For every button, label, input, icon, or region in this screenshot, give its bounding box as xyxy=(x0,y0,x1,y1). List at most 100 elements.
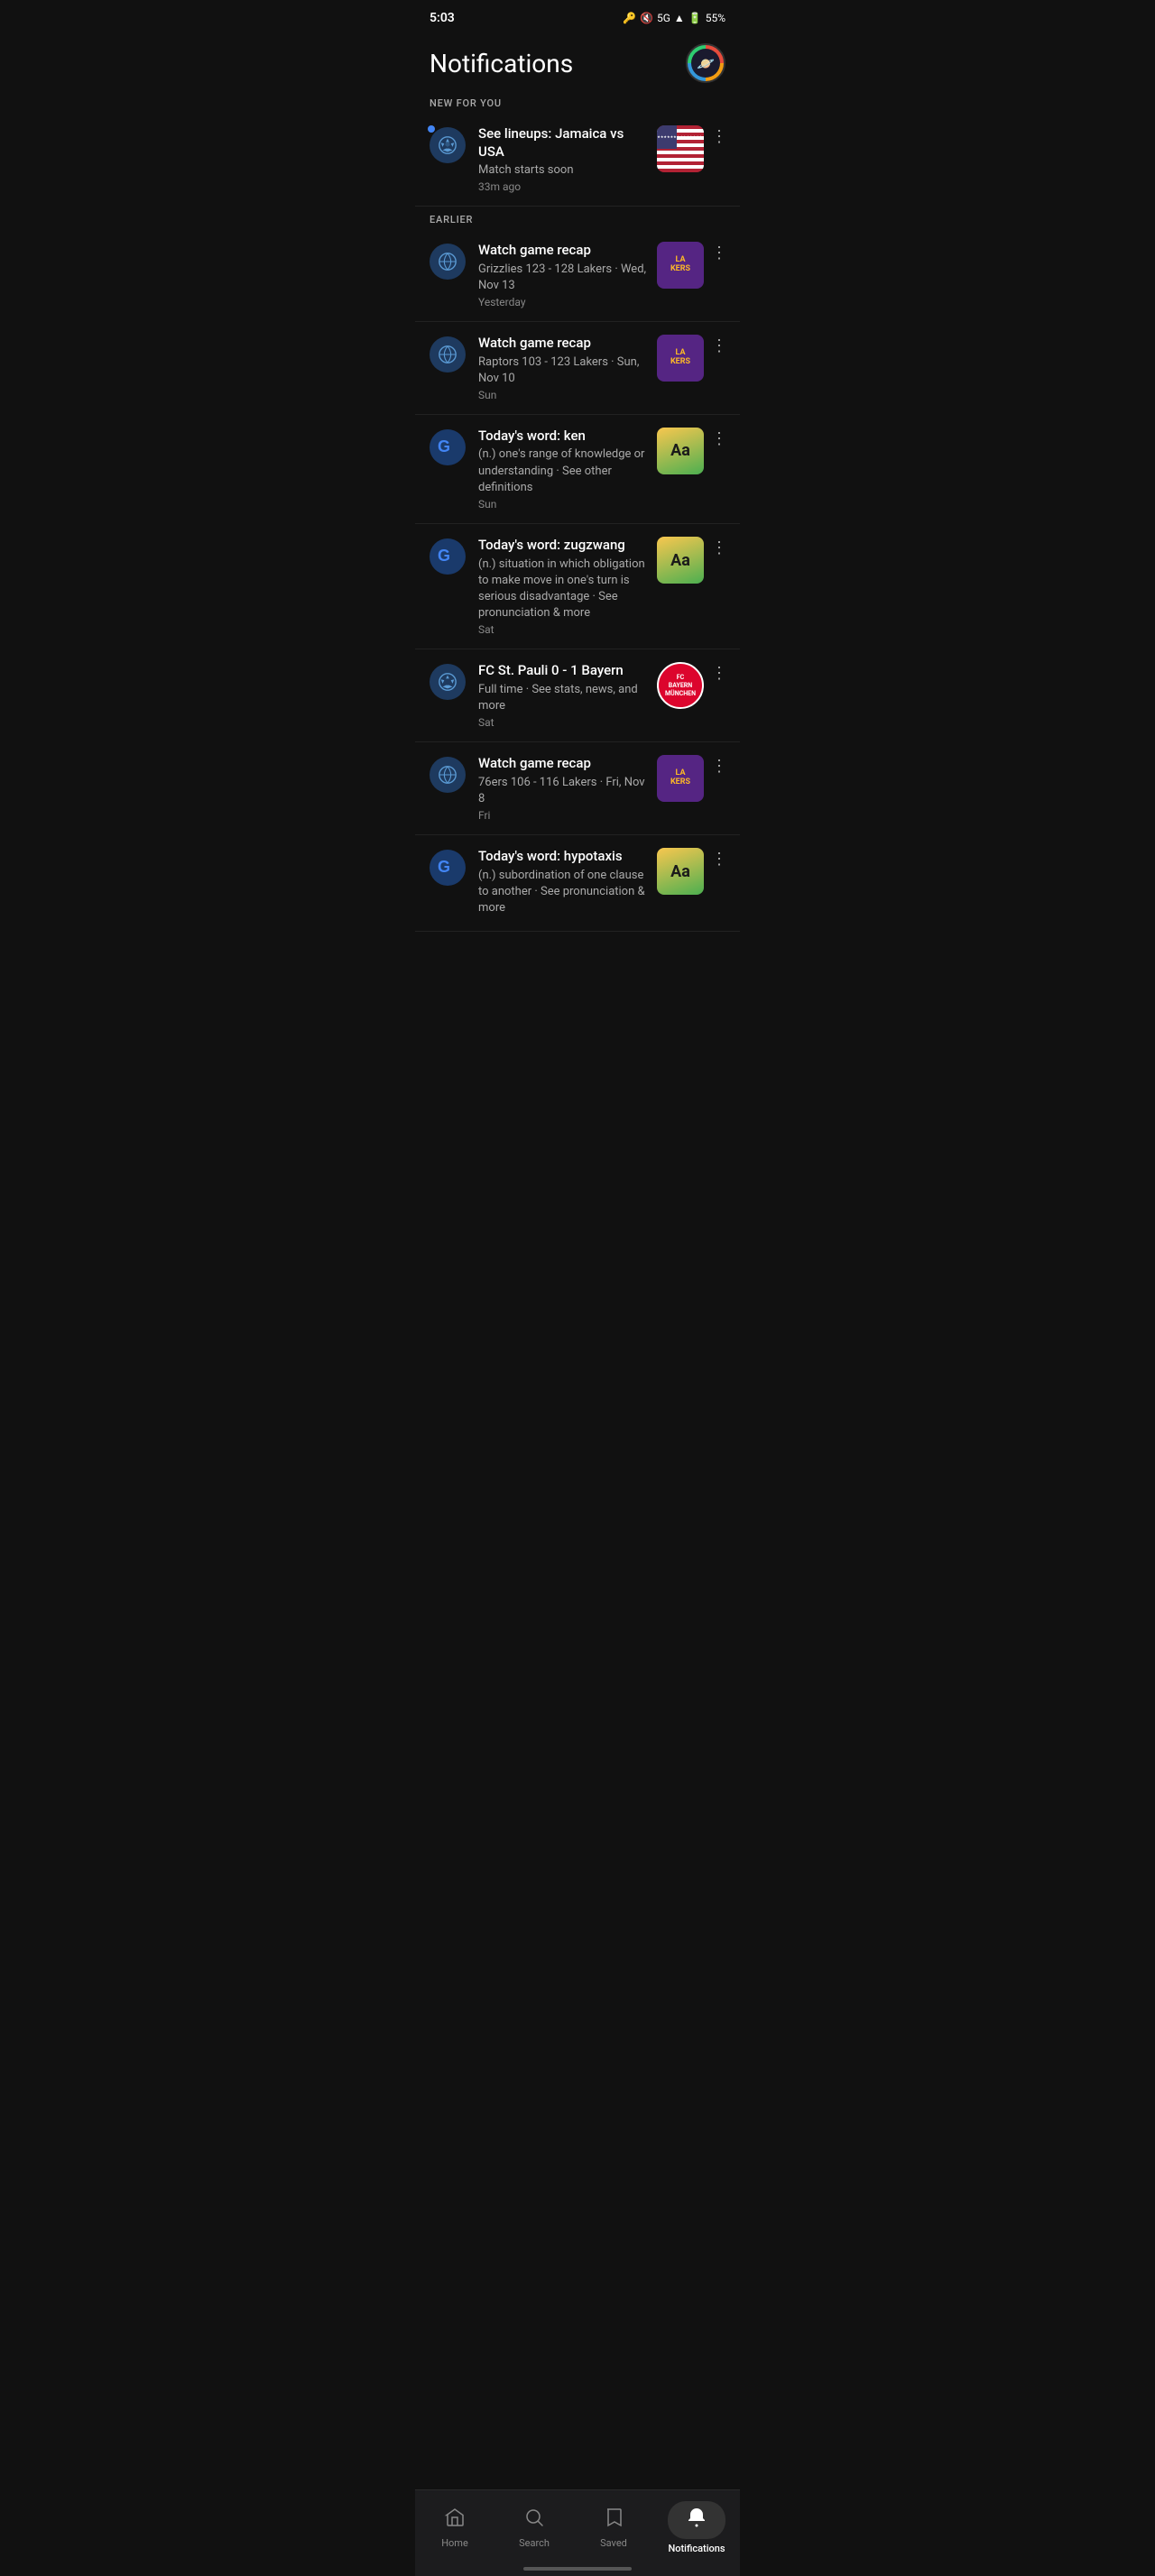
nav-label-home: Home xyxy=(441,2537,468,2549)
network-label: 5G xyxy=(657,12,670,24)
notif-right: ★★★★★★★★★★★★★★★★★★★★★★★★★★★★★★★★★★★★★★★★… xyxy=(657,125,729,172)
avatar-inner: 🪐 xyxy=(691,49,720,78)
notif-left: See lineups: Jamaica vs USA Match starts… xyxy=(430,125,650,193)
dictionary-thumb: Aa xyxy=(657,848,704,895)
notification-item[interactable]: G Today's word: hypotaxis (n.) subordina… xyxy=(415,835,740,932)
notif-content: Watch game recap 76ers 106 - 116 Lakers … xyxy=(478,755,650,822)
notif-time: Sun xyxy=(478,498,650,511)
notification-item[interactable]: Watch game recap Grizzlies 123 - 128 Lak… xyxy=(415,229,740,322)
signal-icon: ▲ xyxy=(674,12,685,24)
notif-content: Watch game recap Raptors 103 - 123 Laker… xyxy=(478,335,650,401)
more-options-button[interactable]: ⋮ xyxy=(709,242,729,265)
notif-left: FC St. Pauli 0 - 1 Bayern Full time · Se… xyxy=(430,662,650,729)
nav-item-home[interactable]: Home xyxy=(415,2503,494,2553)
notif-right: FCBAYERNMÜNCHEN ⋮ xyxy=(657,662,729,709)
more-options-button[interactable]: ⋮ xyxy=(709,537,729,560)
home-indicator xyxy=(523,2567,632,2571)
notification-item[interactable]: FC St. Pauli 0 - 1 Bayern Full time · Se… xyxy=(415,649,740,742)
notif-icon-google: G xyxy=(430,429,466,465)
notif-title: Watch game recap xyxy=(478,335,650,353)
lakers-logo-thumb: LAKERS xyxy=(657,242,704,289)
bayern-logo-thumb: FCBAYERNMÜNCHEN xyxy=(657,662,704,709)
notification-item[interactable]: See lineups: Jamaica vs USA Match starts… xyxy=(415,113,740,207)
nav-item-saved[interactable]: Saved xyxy=(574,2503,653,2553)
basketball-icon xyxy=(438,765,457,785)
notif-content: FC St. Pauli 0 - 1 Bayern Full time · Se… xyxy=(478,662,650,729)
notif-title: Watch game recap xyxy=(478,242,650,260)
us-flag-thumb: ★★★★★★★★★★★★★★★★★★★★★★★★★★★★★★★★★★★★★★★★… xyxy=(657,125,704,172)
nav-active-pill xyxy=(668,2501,725,2539)
notification-item[interactable]: G Today's word: ken (n.) one's range of … xyxy=(415,415,740,524)
notif-content: Today's word: hypotaxis (n.) subordinati… xyxy=(478,848,650,918)
notif-left: Watch game recap Raptors 103 - 123 Laker… xyxy=(430,335,650,401)
notif-icon-soccer xyxy=(430,664,466,700)
notif-subtitle: Raptors 103 - 123 Lakers · Sun, Nov 10 xyxy=(478,354,650,387)
notif-time: Sun xyxy=(478,389,650,401)
notifications-content: NEW FOR YOU See lineups: Jamaica vs USA … xyxy=(415,90,740,1004)
notif-right: Aa ⋮ xyxy=(657,848,729,895)
notif-icon-basketball xyxy=(430,336,466,373)
new-dot xyxy=(428,125,435,133)
key-icon: 🔑 xyxy=(623,12,636,24)
more-options-button[interactable]: ⋮ xyxy=(709,335,729,358)
battery-icon: 🔋 xyxy=(688,12,702,24)
dictionary-thumb: Aa xyxy=(657,537,704,584)
battery-level: 55% xyxy=(706,12,725,24)
notif-content: Today's word: ken (n.) one's range of kn… xyxy=(478,428,650,511)
more-options-button[interactable]: ⋮ xyxy=(709,755,729,778)
more-options-button[interactable]: ⋮ xyxy=(709,848,729,871)
notif-right: Aa ⋮ xyxy=(657,537,729,584)
notif-right: LAKERS ⋮ xyxy=(657,755,729,802)
notif-time: 33m ago xyxy=(478,180,650,193)
more-options-button[interactable]: ⋮ xyxy=(709,428,729,451)
notification-item[interactable]: Watch game recap Raptors 103 - 123 Laker… xyxy=(415,322,740,415)
google-g-icon: G xyxy=(438,858,457,878)
lakers-logo-thumb: LAKERS xyxy=(657,335,704,382)
notif-content: Today's word: zugzwang (n.) situation in… xyxy=(478,537,650,636)
notif-icon-soccer xyxy=(430,127,466,163)
mute-icon: 🔇 xyxy=(640,12,653,24)
notif-subtitle: (n.) situation in which obligation to ma… xyxy=(478,557,650,622)
page-header: Notifications 🪐 xyxy=(415,32,740,90)
nav-item-notifications[interactable]: Notifications xyxy=(653,2498,740,2558)
bell-icon xyxy=(686,2511,707,2534)
notif-content: See lineups: Jamaica vs USA Match starts… xyxy=(478,125,650,193)
notif-icon-google: G xyxy=(430,850,466,886)
notif-left: Watch game recap Grizzlies 123 - 128 Lak… xyxy=(430,242,650,308)
notif-right: LAKERS ⋮ xyxy=(657,242,729,289)
notif-title: Today's word: ken xyxy=(478,428,650,446)
notif-subtitle: Match starts soon xyxy=(478,162,650,179)
notif-left: G Today's word: zugzwang (n.) situation … xyxy=(430,537,650,636)
notif-right: Aa ⋮ xyxy=(657,428,729,474)
notif-left: Watch game recap 76ers 106 - 116 Lakers … xyxy=(430,755,650,822)
search-icon xyxy=(523,2507,545,2534)
google-g-icon: G xyxy=(438,547,457,566)
notif-content: Watch game recap Grizzlies 123 - 128 Lak… xyxy=(478,242,650,308)
nav-label-saved: Saved xyxy=(600,2537,627,2549)
notif-right: LAKERS ⋮ xyxy=(657,335,729,382)
nav-label-search: Search xyxy=(519,2537,550,2549)
notif-time: Fri xyxy=(478,809,650,822)
notif-subtitle: (n.) one's range of knowledge or underst… xyxy=(478,446,650,496)
status-icons: 🔑 🔇 5G ▲ 🔋 55% xyxy=(623,12,725,24)
notif-subtitle: Grizzlies 123 - 128 Lakers · Wed, Nov 13 xyxy=(478,262,650,294)
notif-subtitle: Full time · See stats, news, and more xyxy=(478,682,650,714)
status-time: 5:03 xyxy=(430,11,455,25)
more-options-button[interactable]: ⋮ xyxy=(709,662,729,685)
nav-label-notifications: Notifications xyxy=(668,2543,725,2554)
more-options-button[interactable]: ⋮ xyxy=(709,125,729,149)
notification-item[interactable]: Watch game recap 76ers 106 - 116 Lakers … xyxy=(415,742,740,835)
notif-icon-google: G xyxy=(430,538,466,575)
basketball-icon xyxy=(438,345,457,364)
nav-item-search[interactable]: Search xyxy=(494,2503,574,2553)
bottom-nav: Home Search Saved Notifications xyxy=(415,2489,740,2576)
notif-title: Today's word: hypotaxis xyxy=(478,848,650,866)
notif-icon-basketball xyxy=(430,757,466,793)
notif-title: Today's word: zugzwang xyxy=(478,537,650,555)
google-g-icon: G xyxy=(438,437,457,457)
avatar[interactable]: 🪐 xyxy=(686,43,725,83)
notification-item[interactable]: G Today's word: zugzwang (n.) situation … xyxy=(415,524,740,649)
notif-time: Sat xyxy=(478,623,650,636)
lakers-logo-thumb: LAKERS xyxy=(657,755,704,802)
section-earlier: EARLIER xyxy=(415,207,740,229)
